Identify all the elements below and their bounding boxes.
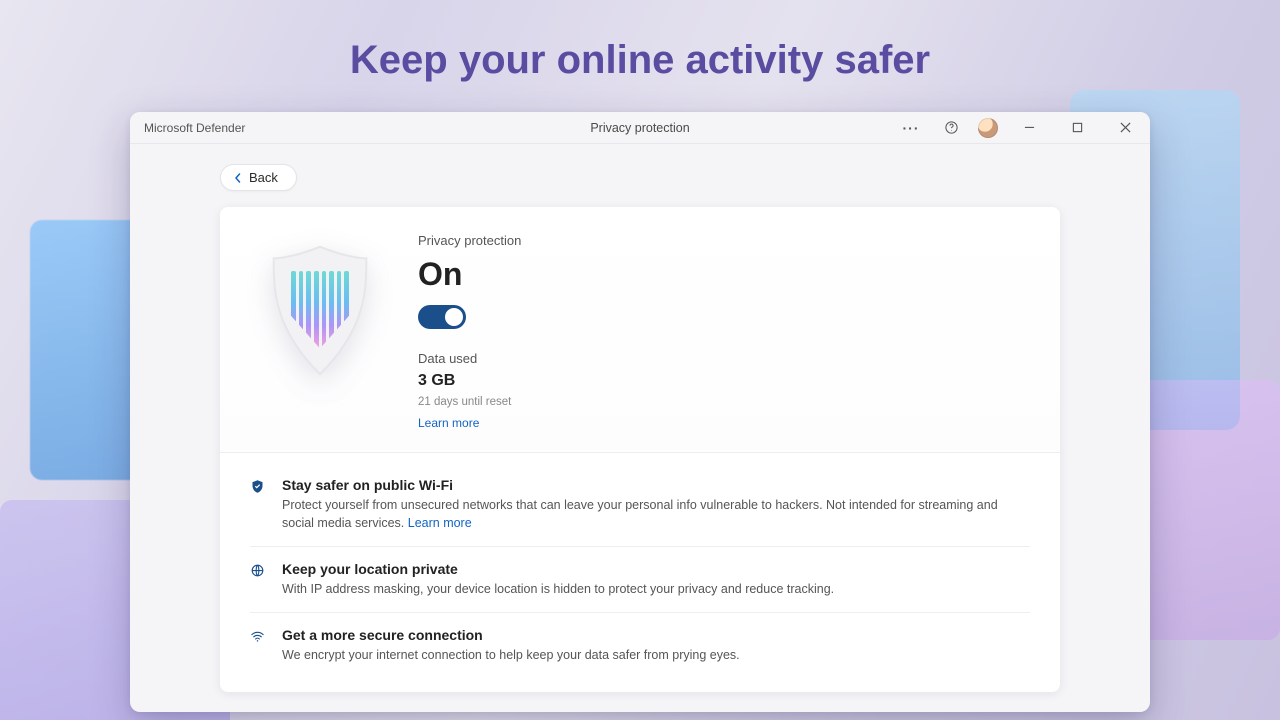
section-title: Privacy protection — [590, 121, 689, 135]
content-wrap: Back Privacy protection On Data used — [130, 144, 1150, 712]
minimize-button[interactable] — [1012, 112, 1046, 143]
feature-list: Stay safer on public Wi-Fi Protect yours… — [220, 453, 1060, 683]
status-value: On — [418, 256, 521, 293]
back-label: Back — [249, 170, 278, 185]
wifi-secure-icon — [250, 629, 272, 664]
feature-learn-more-link[interactable]: Learn more — [408, 516, 472, 530]
titlebar: Microsoft Defender Privacy protection ··… — [130, 112, 1150, 144]
titlebar-right-controls: ··· — [898, 112, 1142, 143]
feature-public-wifi: Stay safer on public Wi-Fi Protect yours… — [250, 463, 1030, 546]
learn-more-status-link[interactable]: Learn more — [418, 416, 521, 430]
data-used-value: 3 GB — [418, 372, 521, 390]
app-window: Microsoft Defender Privacy protection ··… — [130, 112, 1150, 712]
maximize-button[interactable] — [1060, 112, 1094, 143]
shield-check-icon — [250, 479, 272, 532]
back-button[interactable]: Back — [220, 164, 297, 191]
feature-desc: We encrypt your internet connection to h… — [282, 646, 1030, 664]
status-column: Privacy protection On Data used 3 GB 21 … — [418, 233, 521, 430]
shield-illustration — [250, 233, 390, 388]
feature-desc: With IP address masking, your device loc… — [282, 580, 1030, 598]
help-button[interactable] — [938, 115, 964, 141]
feature-desc: Protect yourself from unsecured networks… — [282, 496, 1030, 532]
feature-secure-connection: Get a more secure connection We encrypt … — [250, 612, 1030, 678]
app-name: Microsoft Defender — [144, 121, 245, 135]
privacy-protection-label: Privacy protection — [418, 233, 521, 248]
user-avatar[interactable] — [978, 118, 998, 138]
privacy-card: Privacy protection On Data used 3 GB 21 … — [220, 207, 1060, 692]
page-headline: Keep your online activity safer — [0, 38, 1280, 83]
card-top: Privacy protection On Data used 3 GB 21 … — [220, 207, 1060, 453]
feature-title: Get a more secure connection — [282, 627, 1030, 643]
feature-title: Keep your location private — [282, 561, 1030, 577]
more-button[interactable]: ··· — [898, 115, 924, 141]
feature-title: Stay safer on public Wi-Fi — [282, 477, 1030, 493]
privacy-toggle[interactable] — [418, 305, 466, 329]
feature-location-private: Keep your location private With IP addre… — [250, 546, 1030, 612]
globe-lock-icon — [250, 563, 272, 598]
chevron-left-icon — [233, 173, 243, 183]
days-until-reset: 21 days until reset — [418, 396, 521, 408]
close-button[interactable] — [1108, 112, 1142, 143]
data-used-label: Data used — [418, 351, 521, 366]
